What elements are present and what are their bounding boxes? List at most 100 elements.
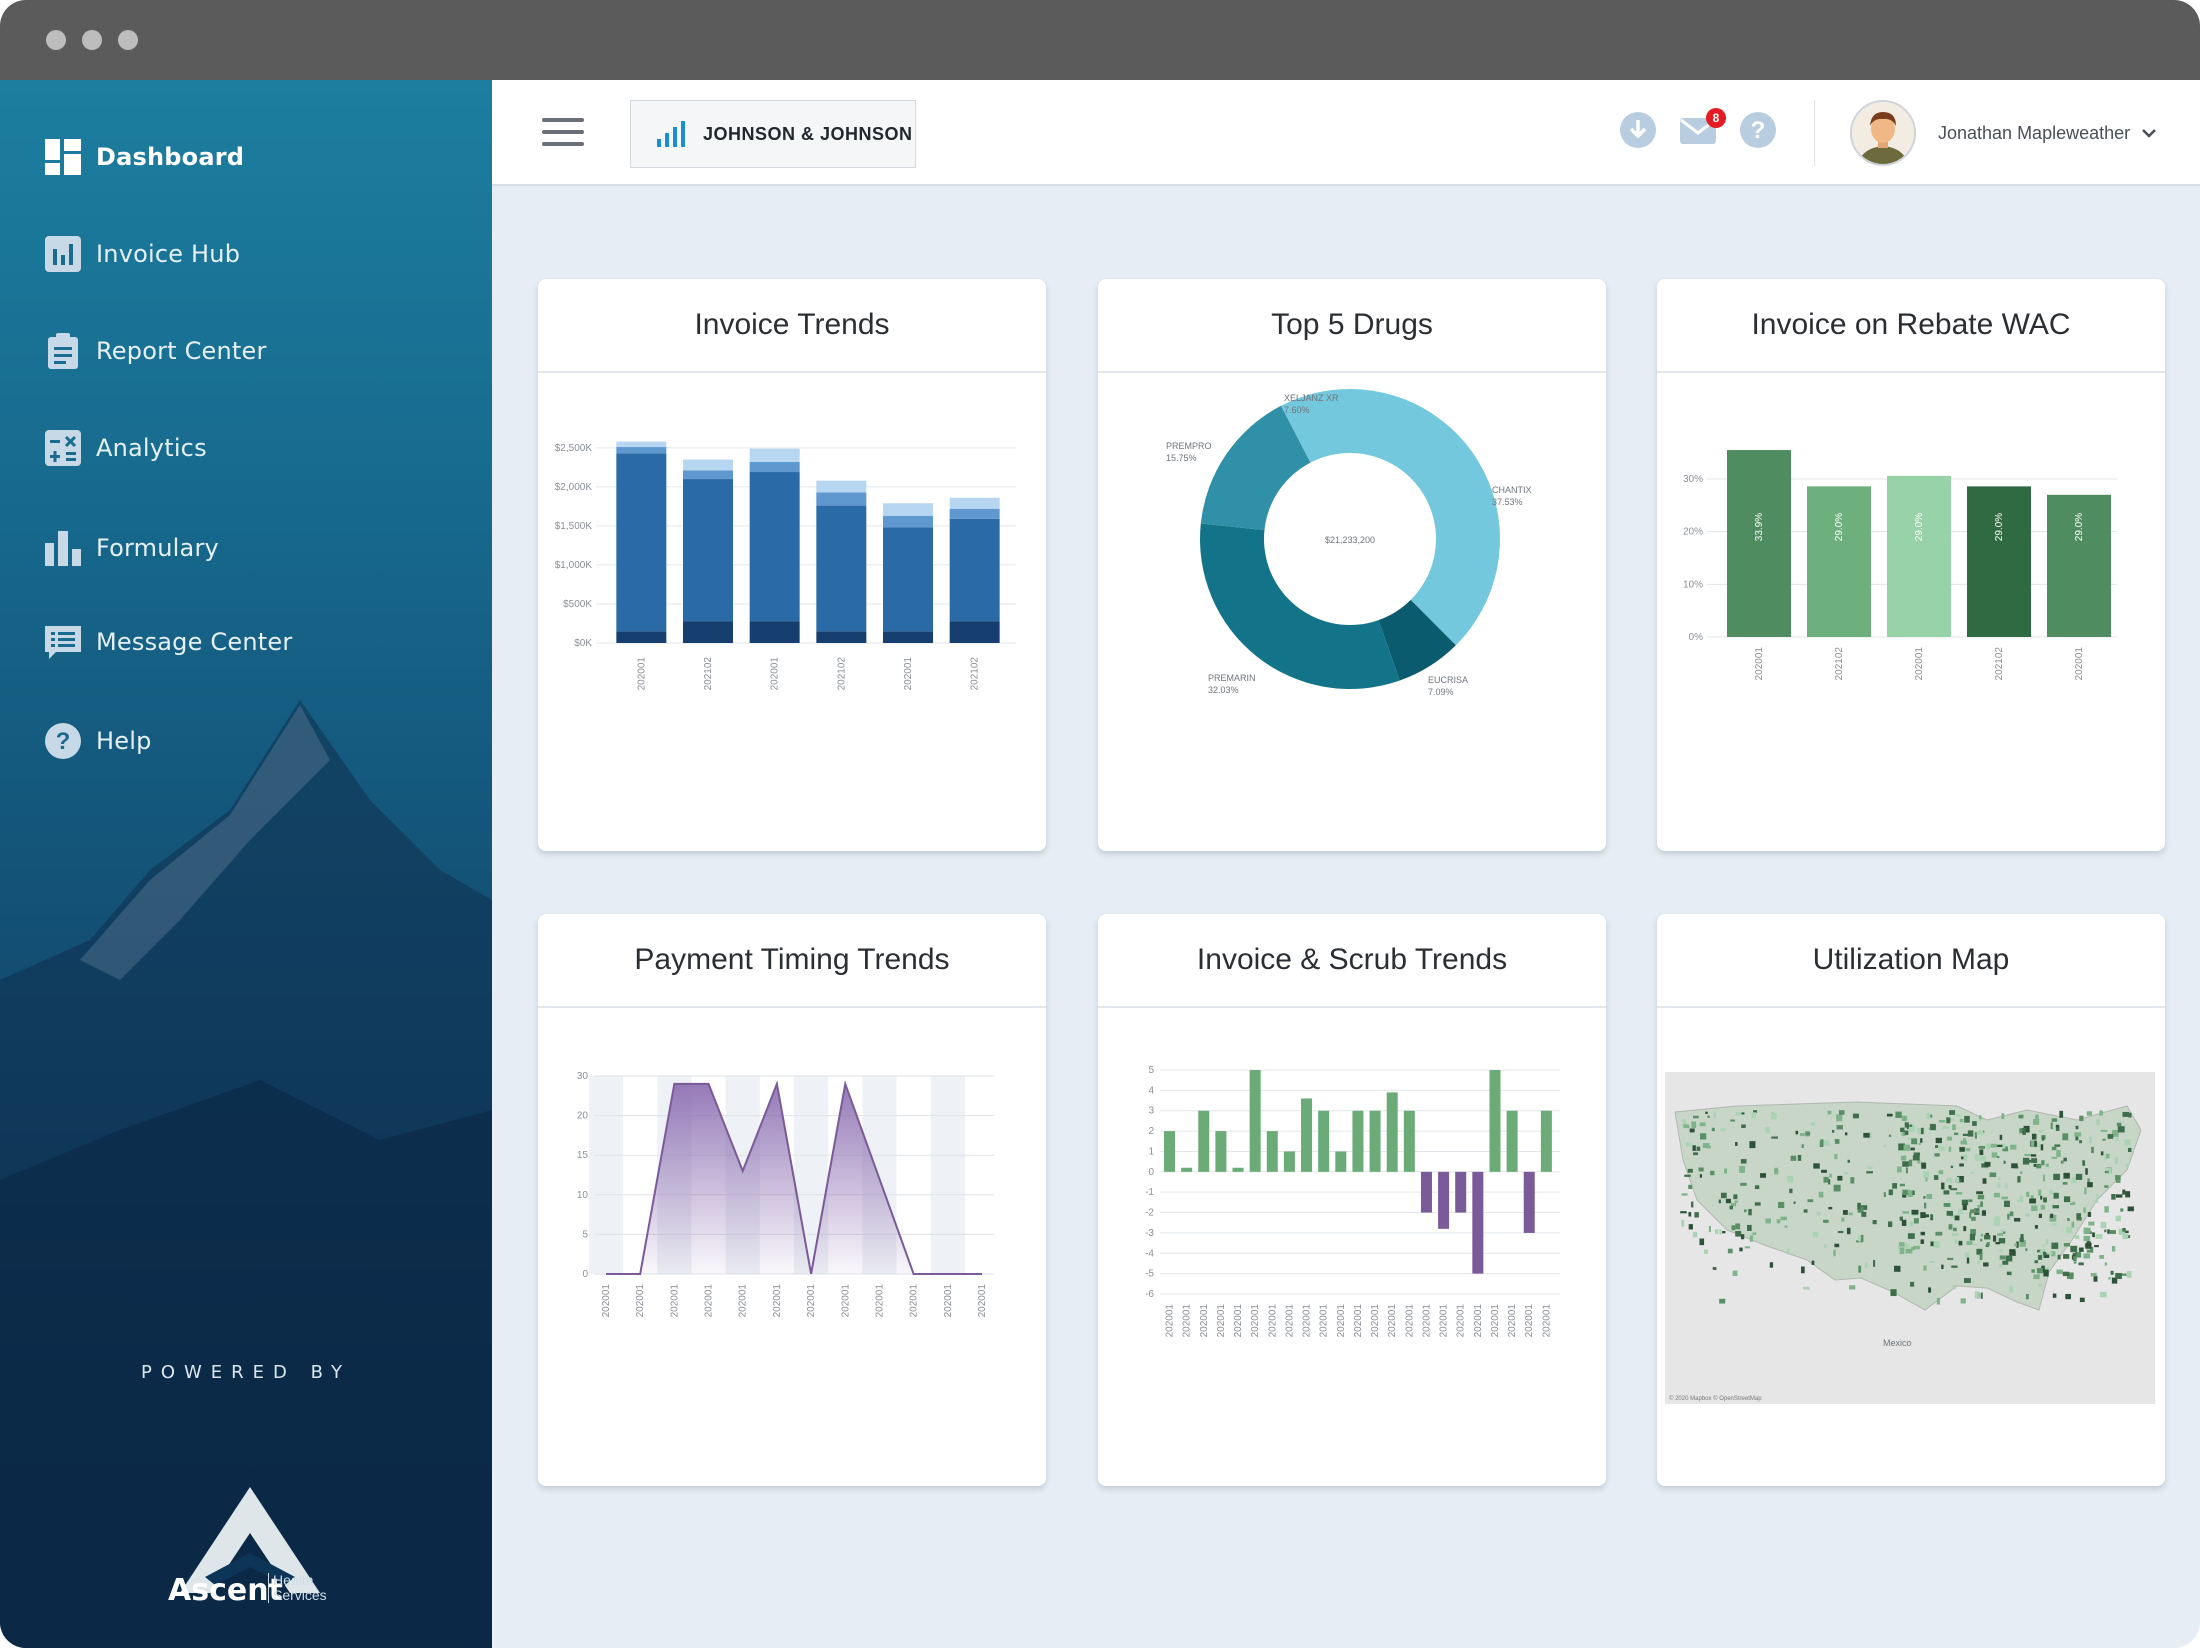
y-tick-label: -4 xyxy=(1145,1248,1154,1259)
map-county xyxy=(2009,1211,2014,1217)
bar-segment xyxy=(883,515,933,528)
sidebar-item-label: Analytics xyxy=(96,434,207,462)
sidebar-item-label: Help xyxy=(96,727,152,755)
map-county xyxy=(1964,1278,1971,1283)
y-tick-label: 0% xyxy=(1689,632,1704,643)
x-tick-label: 202001 xyxy=(1387,1304,1398,1338)
map-county xyxy=(1922,1171,1930,1178)
payment-timing-chart: 0 5 10 15 20 30 202001 202001 202001 202001 202001… xyxy=(538,1010,1046,1486)
x-tick-label: 202001 xyxy=(1182,1304,1193,1338)
x-tick-label: 202001 xyxy=(1336,1304,1347,1338)
invoice-scrub-trends-card[interactable]: Invoice & Scrub Trends -6 -5 -4 -3 -2 -1 0 1 2 3 4… xyxy=(1098,914,1606,1486)
bar xyxy=(1472,1171,1484,1274)
map-county xyxy=(1913,1245,1920,1250)
map-county xyxy=(1867,1166,1873,1170)
map-county xyxy=(1920,1127,1924,1135)
sidebar-item-formulary[interactable]: Formulary xyxy=(44,526,219,570)
sidebar-item-analytics[interactable]: Analytics xyxy=(44,426,207,470)
map-county xyxy=(1912,1155,1920,1161)
map-county xyxy=(1974,1154,1979,1161)
map-county xyxy=(1980,1201,1983,1207)
x-tick-label: 202001 xyxy=(1233,1304,1244,1338)
sidebar-item-message-center[interactable]: Message Center xyxy=(44,620,292,664)
sidebar-item-report-center[interactable]: Report Center xyxy=(44,329,267,373)
map-county xyxy=(1681,1193,1688,1196)
map-county xyxy=(2040,1204,2046,1210)
map-county xyxy=(2037,1255,2043,1260)
map-county xyxy=(2127,1147,2132,1153)
zoom-window-button[interactable] xyxy=(118,30,138,50)
invoice-rebate-wac-card[interactable]: Invoice on Rebate WAC 0% 10% 20% 30% 33.9% 20… xyxy=(1657,279,2165,851)
minimize-window-button[interactable] xyxy=(82,30,102,50)
bar xyxy=(1266,1131,1278,1172)
map-county xyxy=(2094,1245,2099,1248)
bar-segment xyxy=(883,631,933,643)
map-county xyxy=(1836,1114,1843,1122)
map-county xyxy=(2111,1194,2116,1200)
map-county xyxy=(1823,1176,1829,1183)
map-county xyxy=(1920,1138,1923,1143)
sidebar-item-dashboard[interactable]: Dashboard xyxy=(44,135,244,179)
company-selector[interactable]: JOHNSON & JOHNSON xyxy=(630,100,916,168)
bar-value-label: 33.9% xyxy=(1754,513,1765,541)
map-county xyxy=(1954,1239,1958,1244)
map-county xyxy=(1999,1264,2003,1267)
x-tick-label: 202001 xyxy=(770,657,781,691)
bar xyxy=(1506,1110,1518,1172)
map-county xyxy=(1747,1224,1752,1231)
map-county xyxy=(2099,1110,2103,1116)
map-county xyxy=(1829,1173,1832,1178)
map-county xyxy=(2062,1133,2069,1141)
map-county xyxy=(2104,1262,2108,1266)
close-window-button[interactable] xyxy=(46,30,66,50)
map-county xyxy=(1961,1156,1964,1160)
payment-timing-trends-card[interactable]: Payment Timing Trends 0 5 10 15 20 30 202001 20… xyxy=(538,914,1046,1486)
map-county xyxy=(1902,1161,1909,1167)
sidebar-item-help[interactable]: ? Help xyxy=(44,719,152,763)
bar-segment xyxy=(749,461,800,473)
help-circle-icon[interactable]: ? xyxy=(1738,110,1778,150)
invoice-scrub-svg: -6 -5 -4 -3 -2 -1 0 1 2 3 4 5 202001 202001 202001 2020… xyxy=(1145,1065,1560,1338)
avatar[interactable] xyxy=(1850,100,1916,166)
map-county xyxy=(1948,1146,1952,1152)
map-county xyxy=(2075,1125,2079,1130)
top-5-drugs-card[interactable]: Top 5 Drugs CHANTIX 37.53% EUCRISA 7.09% PRE… xyxy=(1098,279,1606,851)
map-county xyxy=(2116,1122,2122,1127)
utilization-map[interactable]: Mexico © 2020 Mapbox © OpenStreetMap xyxy=(1657,1010,2165,1486)
invoice-trends-card[interactable]: Invoice Trends $0K $500K $1,000K $1,500K $2,… xyxy=(538,279,1046,851)
map-county xyxy=(1696,1146,1701,1151)
map-county xyxy=(1929,1260,1935,1263)
map-county xyxy=(1952,1284,1956,1290)
bar-segment xyxy=(683,459,733,471)
menu-icon[interactable] xyxy=(542,118,584,148)
user-name[interactable]: Jonathan Mapleweather xyxy=(1938,123,2130,144)
sidebar-item-invoice-hub[interactable]: Invoice Hub xyxy=(44,232,240,276)
map-county xyxy=(1705,1111,1708,1114)
card-title: Utilization Map xyxy=(1657,914,2165,1008)
map-county xyxy=(1888,1189,1893,1196)
map-county xyxy=(2063,1157,2067,1162)
map-county xyxy=(2053,1192,2059,1199)
bar xyxy=(1967,486,2031,637)
dashboard-icon xyxy=(44,138,82,176)
map-county xyxy=(1996,1155,2000,1159)
map-county xyxy=(1923,1196,1926,1199)
map-county xyxy=(1974,1291,1979,1299)
map-county xyxy=(1964,1252,1970,1258)
y-tick-label: -5 xyxy=(1145,1269,1154,1280)
message-center-icon xyxy=(44,623,82,661)
x-tick-label: 202001 xyxy=(1507,1304,1518,1338)
map-county xyxy=(1936,1297,1941,1305)
y-tick-label: 30 xyxy=(577,1071,589,1082)
download-icon[interactable] xyxy=(1618,110,1658,150)
chevron-down-icon[interactable] xyxy=(2140,124,2158,142)
x-tick-label: 202001 xyxy=(1250,1304,1261,1338)
map-county xyxy=(1974,1132,1978,1139)
map-county xyxy=(1955,1176,1960,1183)
map-county xyxy=(2100,1291,2107,1298)
map-county xyxy=(1729,1205,1733,1210)
map-county xyxy=(2115,1137,2119,1141)
map-county xyxy=(1691,1201,1694,1208)
utilization-map-card[interactable]: Utilization Map Mexico © 2020 Mapbox © O… xyxy=(1657,914,2165,1486)
map-county xyxy=(2059,1110,2064,1118)
